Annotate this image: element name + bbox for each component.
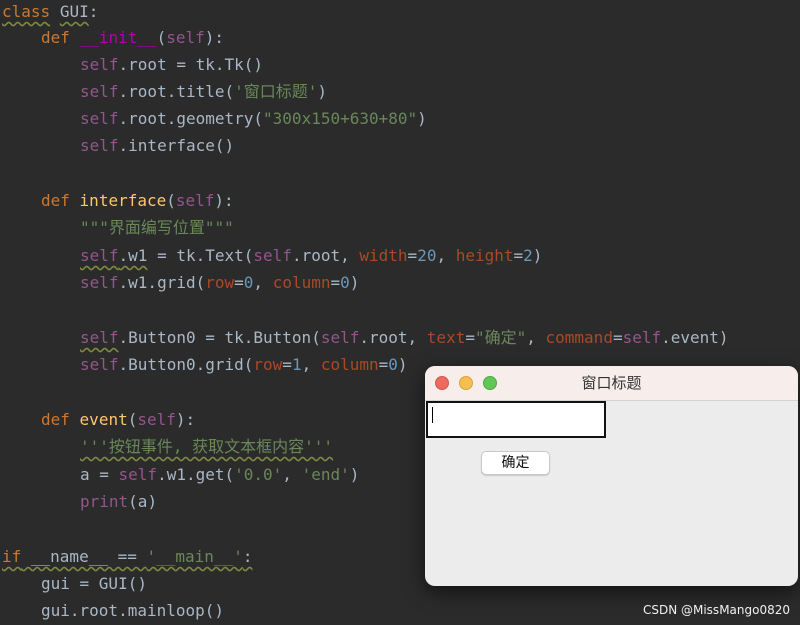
code-line-print: print(a) (80, 492, 158, 511)
confirm-button[interactable]: 确定 (481, 451, 550, 475)
text-caret (432, 407, 433, 423)
code-line-def-interface: def interface(self): (41, 191, 234, 210)
window-title: 窗口标题 (581, 374, 642, 392)
code-line-root-geometry: self.root.geometry("300x150+630+80") (80, 109, 427, 128)
code-line-mainloop: gui.root.mainloop() (41, 601, 225, 620)
code-line-root-title: self.root.title('窗口标题') (80, 82, 328, 101)
code-line-docstring-interface: """界面编写位置""" (80, 218, 234, 237)
code-line-class: class GUI: (2, 2, 99, 21)
watermark: CSDN @MissMango0820 (642, 603, 790, 617)
code-line-interface-call: self.interface() (80, 136, 235, 155)
code-line-button-widget: self.Button0 = tk.Button(self.root, text… (80, 328, 729, 347)
code-line-def-event: def event(self): (41, 410, 196, 429)
code-line-if-main: if __name__ == '__main__': (2, 547, 253, 566)
code-line-root-tk: self.root = tk.Tk() (80, 55, 264, 74)
code-line-text-widget: self.w1 = tk.Text(self.root, width=20, h… (80, 246, 543, 265)
code-line-get-text: a = self.w1.get('0.0', 'end') (80, 465, 360, 484)
code-line-def-init: def __init__(self): (41, 28, 225, 47)
text-input[interactable] (426, 401, 606, 438)
tk-window[interactable]: 窗口标题 确定 (425, 366, 798, 586)
window-titlebar[interactable]: 窗口标题 (425, 366, 798, 401)
code-line-button-grid: self.Button0.grid(row=1, column=0) (80, 355, 408, 374)
code-line-gui-instance: gui = GUI() (41, 574, 147, 593)
code-line-docstring-event: '''按钮事件, 获取文本框内容''' (80, 437, 334, 456)
code-line-text-grid: self.w1.grid(row=0, column=0) (80, 273, 360, 292)
